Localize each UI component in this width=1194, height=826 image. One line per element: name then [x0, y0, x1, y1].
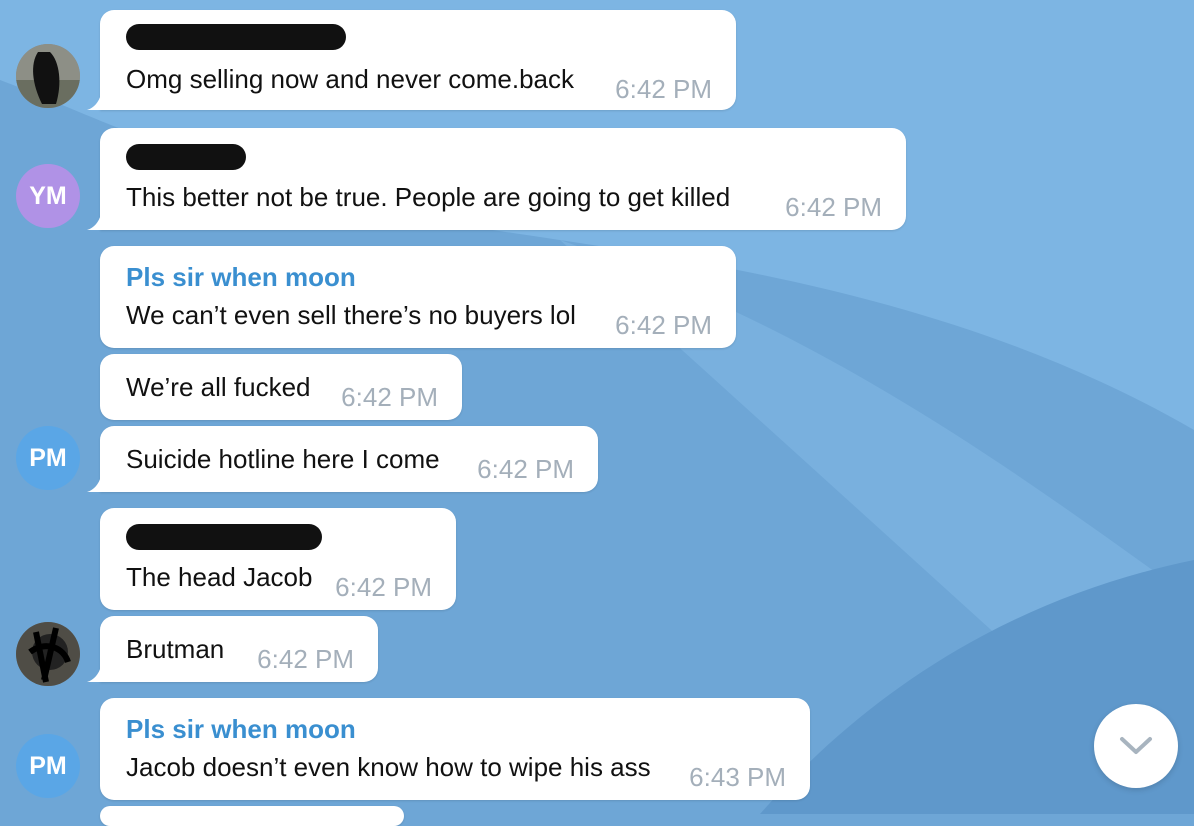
message-bubble[interactable]: This better not be true. People are goin… [100, 128, 906, 230]
message-text: Suicide hotline here I come [126, 444, 440, 474]
message-time: 6:42 PM [615, 74, 712, 104]
user-photo-avatar[interactable] [16, 44, 80, 108]
message-bubble[interactable]: Pls sir when moon We can’t even sell the… [100, 246, 736, 348]
message-text: Brutman [126, 634, 225, 664]
redacted-user-photo-icon [16, 44, 80, 108]
message-bubble[interactable]: Suicide hotline here I come 6:42 PM [100, 426, 598, 492]
message-time: 6:42 PM [341, 382, 438, 412]
scroll-to-bottom-button[interactable] [1094, 704, 1178, 788]
avatar-pm[interactable]: PM [16, 734, 80, 798]
sender-name[interactable]: Pls sir when moon [126, 262, 356, 293]
message-time: 6:42 PM [257, 644, 354, 674]
redacted-sender-name [126, 144, 246, 170]
chevron-down-icon [1120, 737, 1152, 754]
message-text: We’re all fucked [126, 372, 311, 402]
message-bubble[interactable]: Pls sir when moon Jacob doesn’t even kno… [100, 698, 810, 800]
message-time: 6:42 PM [785, 192, 882, 222]
message-time: 6:42 PM [615, 310, 712, 340]
message-time: 6:43 PM [689, 762, 786, 792]
message-bubble[interactable]: We’re all fucked 6:42 PM [100, 354, 462, 420]
redacted-sender-name [126, 524, 322, 550]
message-text: Omg selling now and never come.back [126, 64, 575, 94]
sender-name[interactable]: Pls sir when moon [126, 714, 356, 745]
message-time: 6:42 PM [335, 572, 432, 602]
message-bubble-partial[interactable] [100, 806, 404, 826]
message-text: We can’t even sell there’s no buyers lol [126, 300, 576, 330]
avatar-ym[interactable]: YM [16, 164, 80, 228]
message-time: 6:42 PM [477, 454, 574, 484]
message-text: Jacob doesn’t even know how to wipe his … [126, 752, 651, 782]
message-bubble[interactable]: Brutman 6:42 PM [100, 616, 378, 682]
avatar-pm[interactable]: PM [16, 426, 80, 490]
redacted-sender-name [126, 24, 346, 50]
redacted-user-photo-icon [16, 622, 80, 686]
message-bubble[interactable]: Omg selling now and never come.back 6:42… [100, 10, 736, 110]
message-bubble[interactable]: The head Jacob 6:42 PM [100, 508, 456, 610]
user-photo-avatar[interactable] [16, 622, 80, 686]
message-text: The head Jacob [126, 562, 313, 592]
message-text: This better not be true. People are goin… [126, 182, 731, 212]
